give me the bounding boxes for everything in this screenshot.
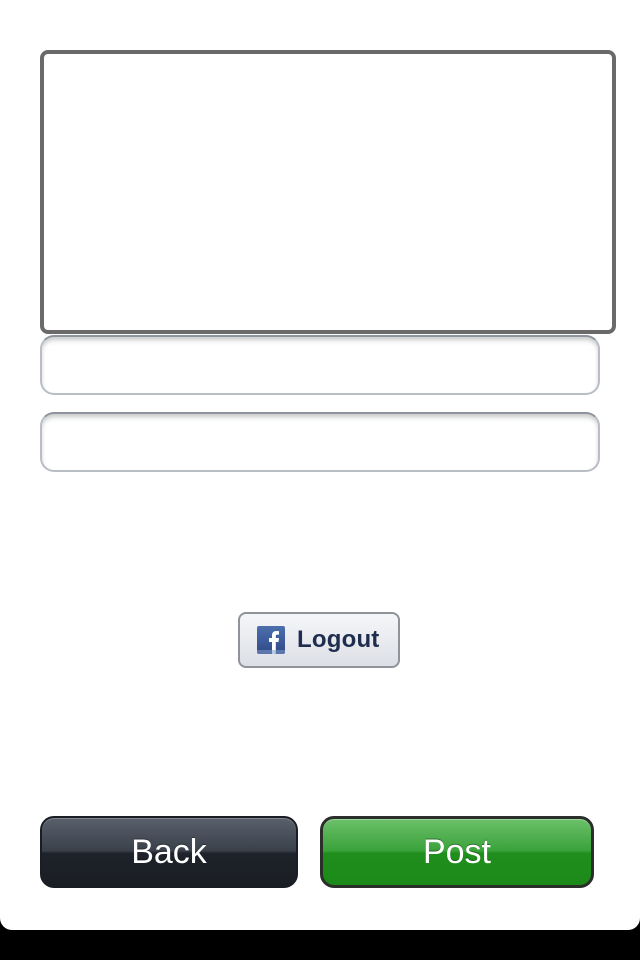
- share-screen: Logout Back Post: [0, 0, 640, 960]
- post-button-label: Post: [422, 832, 492, 871]
- message-textarea[interactable]: [40, 50, 616, 334]
- back-button-label: Back: [131, 832, 207, 871]
- back-button[interactable]: Back: [40, 816, 298, 888]
- facebook-logout-label: Logout: [297, 626, 380, 653]
- text-field-2[interactable]: [40, 412, 600, 472]
- bottom-frame: [0, 930, 640, 960]
- corner-left: [0, 916, 14, 930]
- post-button[interactable]: Post: [320, 816, 594, 888]
- facebook-logout-button[interactable]: Logout: [238, 612, 400, 668]
- text-field-1[interactable]: [40, 335, 600, 395]
- facebook-logo-icon: [257, 626, 285, 654]
- corner-right: [626, 916, 640, 930]
